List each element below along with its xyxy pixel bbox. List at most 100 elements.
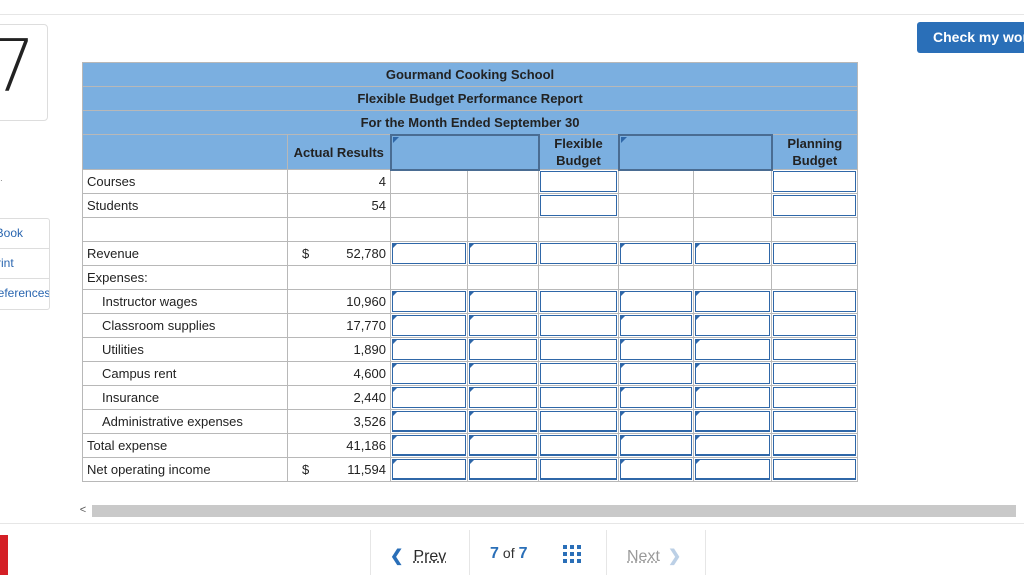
- admin-input-4[interactable]: [618, 409, 694, 434]
- input-box[interactable]: [540, 339, 617, 360]
- input-box[interactable]: [469, 315, 537, 336]
- campus-rent-input-2[interactable]: [467, 361, 539, 386]
- campus-rent-input-1[interactable]: [390, 361, 468, 386]
- classroom-supplies-input-5[interactable]: [693, 313, 772, 338]
- classroom-supplies-input-4[interactable]: [618, 313, 694, 338]
- input-box[interactable]: [540, 291, 617, 312]
- next-button[interactable]: Next ❯: [627, 546, 681, 566]
- input-box[interactable]: [773, 459, 857, 480]
- input-box[interactable]: [392, 411, 466, 432]
- classroom-supplies-input-2[interactable]: [467, 313, 539, 338]
- input-box[interactable]: [773, 387, 857, 408]
- input-box[interactable]: [620, 411, 692, 432]
- total-expense-input-4[interactable]: [618, 433, 694, 458]
- revenue-input-2[interactable]: [467, 241, 539, 266]
- utilities-input-3[interactable]: [538, 337, 619, 362]
- input-box[interactable]: [620, 315, 692, 336]
- utilities-input-5[interactable]: [693, 337, 772, 362]
- net-income-input-4[interactable]: [618, 457, 694, 482]
- input-box[interactable]: [620, 339, 692, 360]
- horizontal-scrollbar[interactable]: <: [76, 503, 1020, 517]
- campus-rent-input-6[interactable]: [770, 361, 859, 386]
- instructor-wages-input-1[interactable]: [390, 289, 468, 314]
- campus-rent-input-4[interactable]: [618, 361, 694, 386]
- instructor-wages-input-5[interactable]: [693, 289, 772, 314]
- utilities-input-1[interactable]: [390, 337, 468, 362]
- input-box[interactable]: [469, 243, 537, 264]
- input-box[interactable]: [392, 339, 466, 360]
- input-box[interactable]: [773, 171, 857, 192]
- input-box[interactable]: [695, 315, 770, 336]
- instructor-wages-input-3[interactable]: [538, 289, 619, 314]
- column-header-input-1[interactable]: [389, 133, 540, 171]
- input-box[interactable]: [540, 387, 617, 408]
- input-box[interactable]: [773, 435, 857, 456]
- classroom-supplies-input-3[interactable]: [538, 313, 619, 338]
- input-box[interactable]: [773, 291, 857, 312]
- input-box[interactable]: [695, 363, 770, 384]
- input-box[interactable]: [695, 411, 770, 432]
- input-box[interactable]: [695, 339, 770, 360]
- revenue-input-5[interactable]: [693, 241, 772, 266]
- campus-rent-input-5[interactable]: [693, 361, 772, 386]
- insurance-input-6[interactable]: [770, 385, 859, 410]
- instructor-wages-input-2[interactable]: [467, 289, 539, 314]
- total-expense-input-2[interactable]: [467, 433, 539, 458]
- input-box[interactable]: [392, 291, 466, 312]
- input-box[interactable]: [469, 411, 537, 432]
- input-box[interactable]: [540, 315, 617, 336]
- column-header-input-2[interactable]: [617, 133, 773, 171]
- input-box[interactable]: [392, 459, 466, 480]
- insurance-input-5[interactable]: [693, 385, 772, 410]
- input-box[interactable]: [540, 243, 617, 264]
- planning-courses-input[interactable]: [770, 169, 859, 194]
- input-box[interactable]: [540, 411, 617, 432]
- admin-input-3[interactable]: [538, 409, 619, 434]
- input-box[interactable]: [469, 339, 537, 360]
- admin-input-5[interactable]: [693, 409, 772, 434]
- total-expense-input-1[interactable]: [390, 433, 468, 458]
- input-box[interactable]: [540, 435, 617, 456]
- insurance-input-1[interactable]: [390, 385, 468, 410]
- input-box[interactable]: [620, 363, 692, 384]
- input-box[interactable]: [540, 363, 617, 384]
- input-box[interactable]: [469, 363, 537, 384]
- net-income-input-1[interactable]: [390, 457, 468, 482]
- utilities-input-6[interactable]: [770, 337, 859, 362]
- input-box[interactable]: [540, 459, 617, 480]
- planning-students-input[interactable]: [770, 193, 859, 218]
- input-box[interactable]: [695, 243, 770, 264]
- admin-input-6[interactable]: [770, 409, 859, 434]
- input-box[interactable]: [392, 387, 466, 408]
- total-expense-input-5[interactable]: [693, 433, 772, 458]
- insurance-input-2[interactable]: [467, 385, 539, 410]
- revenue-input-4[interactable]: [618, 241, 694, 266]
- input-box[interactable]: [773, 363, 857, 384]
- input-box[interactable]: [773, 339, 857, 360]
- input-box[interactable]: [620, 459, 692, 480]
- revenue-input-1[interactable]: [390, 241, 468, 266]
- sidebar-item-references[interactable]: References: [0, 279, 49, 309]
- input-box[interactable]: [773, 195, 857, 216]
- input-box[interactable]: [392, 363, 466, 384]
- classroom-supplies-input-1[interactable]: [390, 313, 468, 338]
- campus-rent-input-3[interactable]: [538, 361, 619, 386]
- scrollbar-track[interactable]: [92, 505, 1016, 517]
- insurance-input-3[interactable]: [538, 385, 619, 410]
- input-box[interactable]: [773, 315, 857, 336]
- grid-icon[interactable]: [563, 545, 581, 563]
- total-expense-input-3[interactable]: [538, 433, 619, 458]
- revenue-input-6[interactable]: [770, 241, 859, 266]
- input-box[interactable]: [540, 195, 617, 216]
- input-box[interactable]: [620, 435, 692, 456]
- input-box[interactable]: [695, 435, 770, 456]
- admin-input-2[interactable]: [467, 409, 539, 434]
- input-box[interactable]: [469, 387, 537, 408]
- input-box[interactable]: [469, 291, 537, 312]
- net-income-input-5[interactable]: [693, 457, 772, 482]
- input-box[interactable]: [469, 435, 537, 456]
- instructor-wages-input-4[interactable]: [618, 289, 694, 314]
- net-income-input-6[interactable]: [770, 457, 859, 482]
- input-box[interactable]: [773, 243, 857, 264]
- net-income-input-2[interactable]: [467, 457, 539, 482]
